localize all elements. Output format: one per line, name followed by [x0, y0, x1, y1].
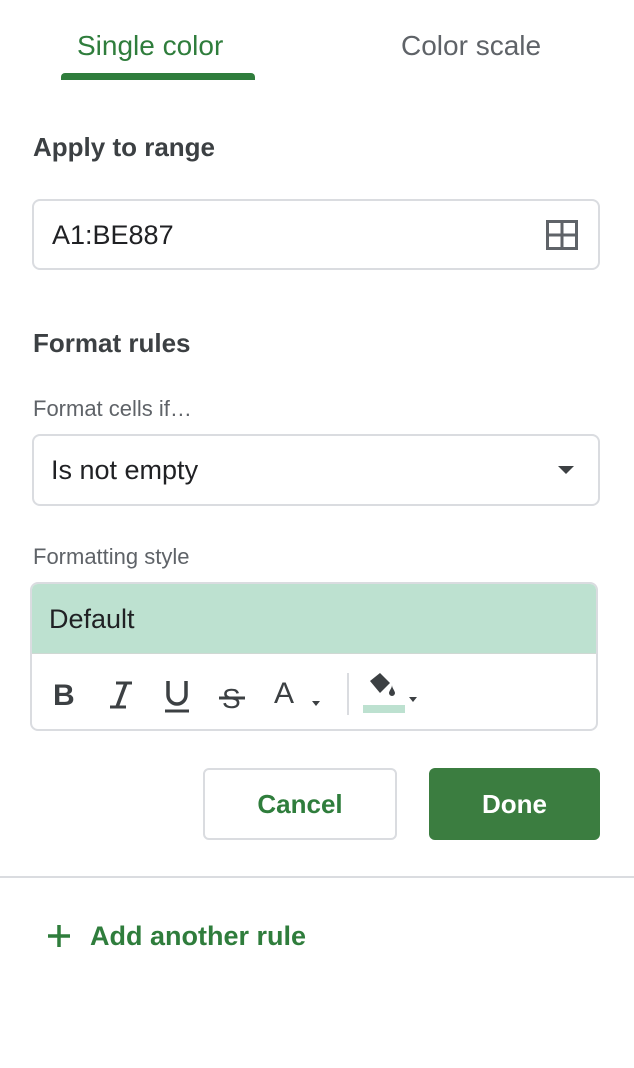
style-toolbar: B S A [32, 655, 596, 729]
formatting-style-box: Default B S A [30, 582, 598, 731]
active-tab-indicator [61, 73, 255, 80]
apply-range-heading: Apply to range [33, 132, 216, 162]
done-button[interactable]: Done [429, 768, 600, 840]
svg-text:A: A [274, 677, 294, 710]
plus-icon [48, 925, 70, 947]
condition-dropdown[interactable]: Is not empty [32, 434, 600, 506]
bold-icon[interactable]: B [50, 675, 80, 715]
text-color-icon[interactable]: A [272, 675, 332, 715]
add-rule-label: Add another rule [90, 920, 307, 951]
add-another-rule-button[interactable]: Add another rule [46, 916, 306, 956]
range-input[interactable] [52, 215, 522, 255]
tab-color-scale[interactable]: Color scale [401, 30, 541, 62]
tab-single-color[interactable]: Single color [77, 30, 223, 62]
style-preview-text: Default [49, 604, 135, 634]
condition-value: Is not empty [51, 455, 199, 485]
range-field [32, 199, 600, 270]
formatting-style-label: Formatting style [33, 544, 190, 569]
section-divider [0, 876, 634, 878]
svg-text:B: B [53, 679, 75, 712]
toolbar-separator [347, 673, 349, 715]
style-preview[interactable]: Default [32, 584, 596, 654]
select-range-grid-icon[interactable] [546, 220, 578, 250]
condition-label: Format cells if… [33, 396, 192, 421]
chevron-down-icon [558, 466, 574, 474]
underline-icon[interactable] [162, 675, 192, 715]
strikethrough-icon[interactable]: S [217, 675, 247, 715]
format-rules-heading: Format rules [33, 328, 191, 358]
cancel-button[interactable]: Cancel [203, 768, 397, 840]
rule-type-tabs: Single color Color scale [0, 0, 634, 82]
fill-color-icon[interactable] [362, 671, 428, 717]
italic-icon[interactable] [106, 675, 136, 715]
